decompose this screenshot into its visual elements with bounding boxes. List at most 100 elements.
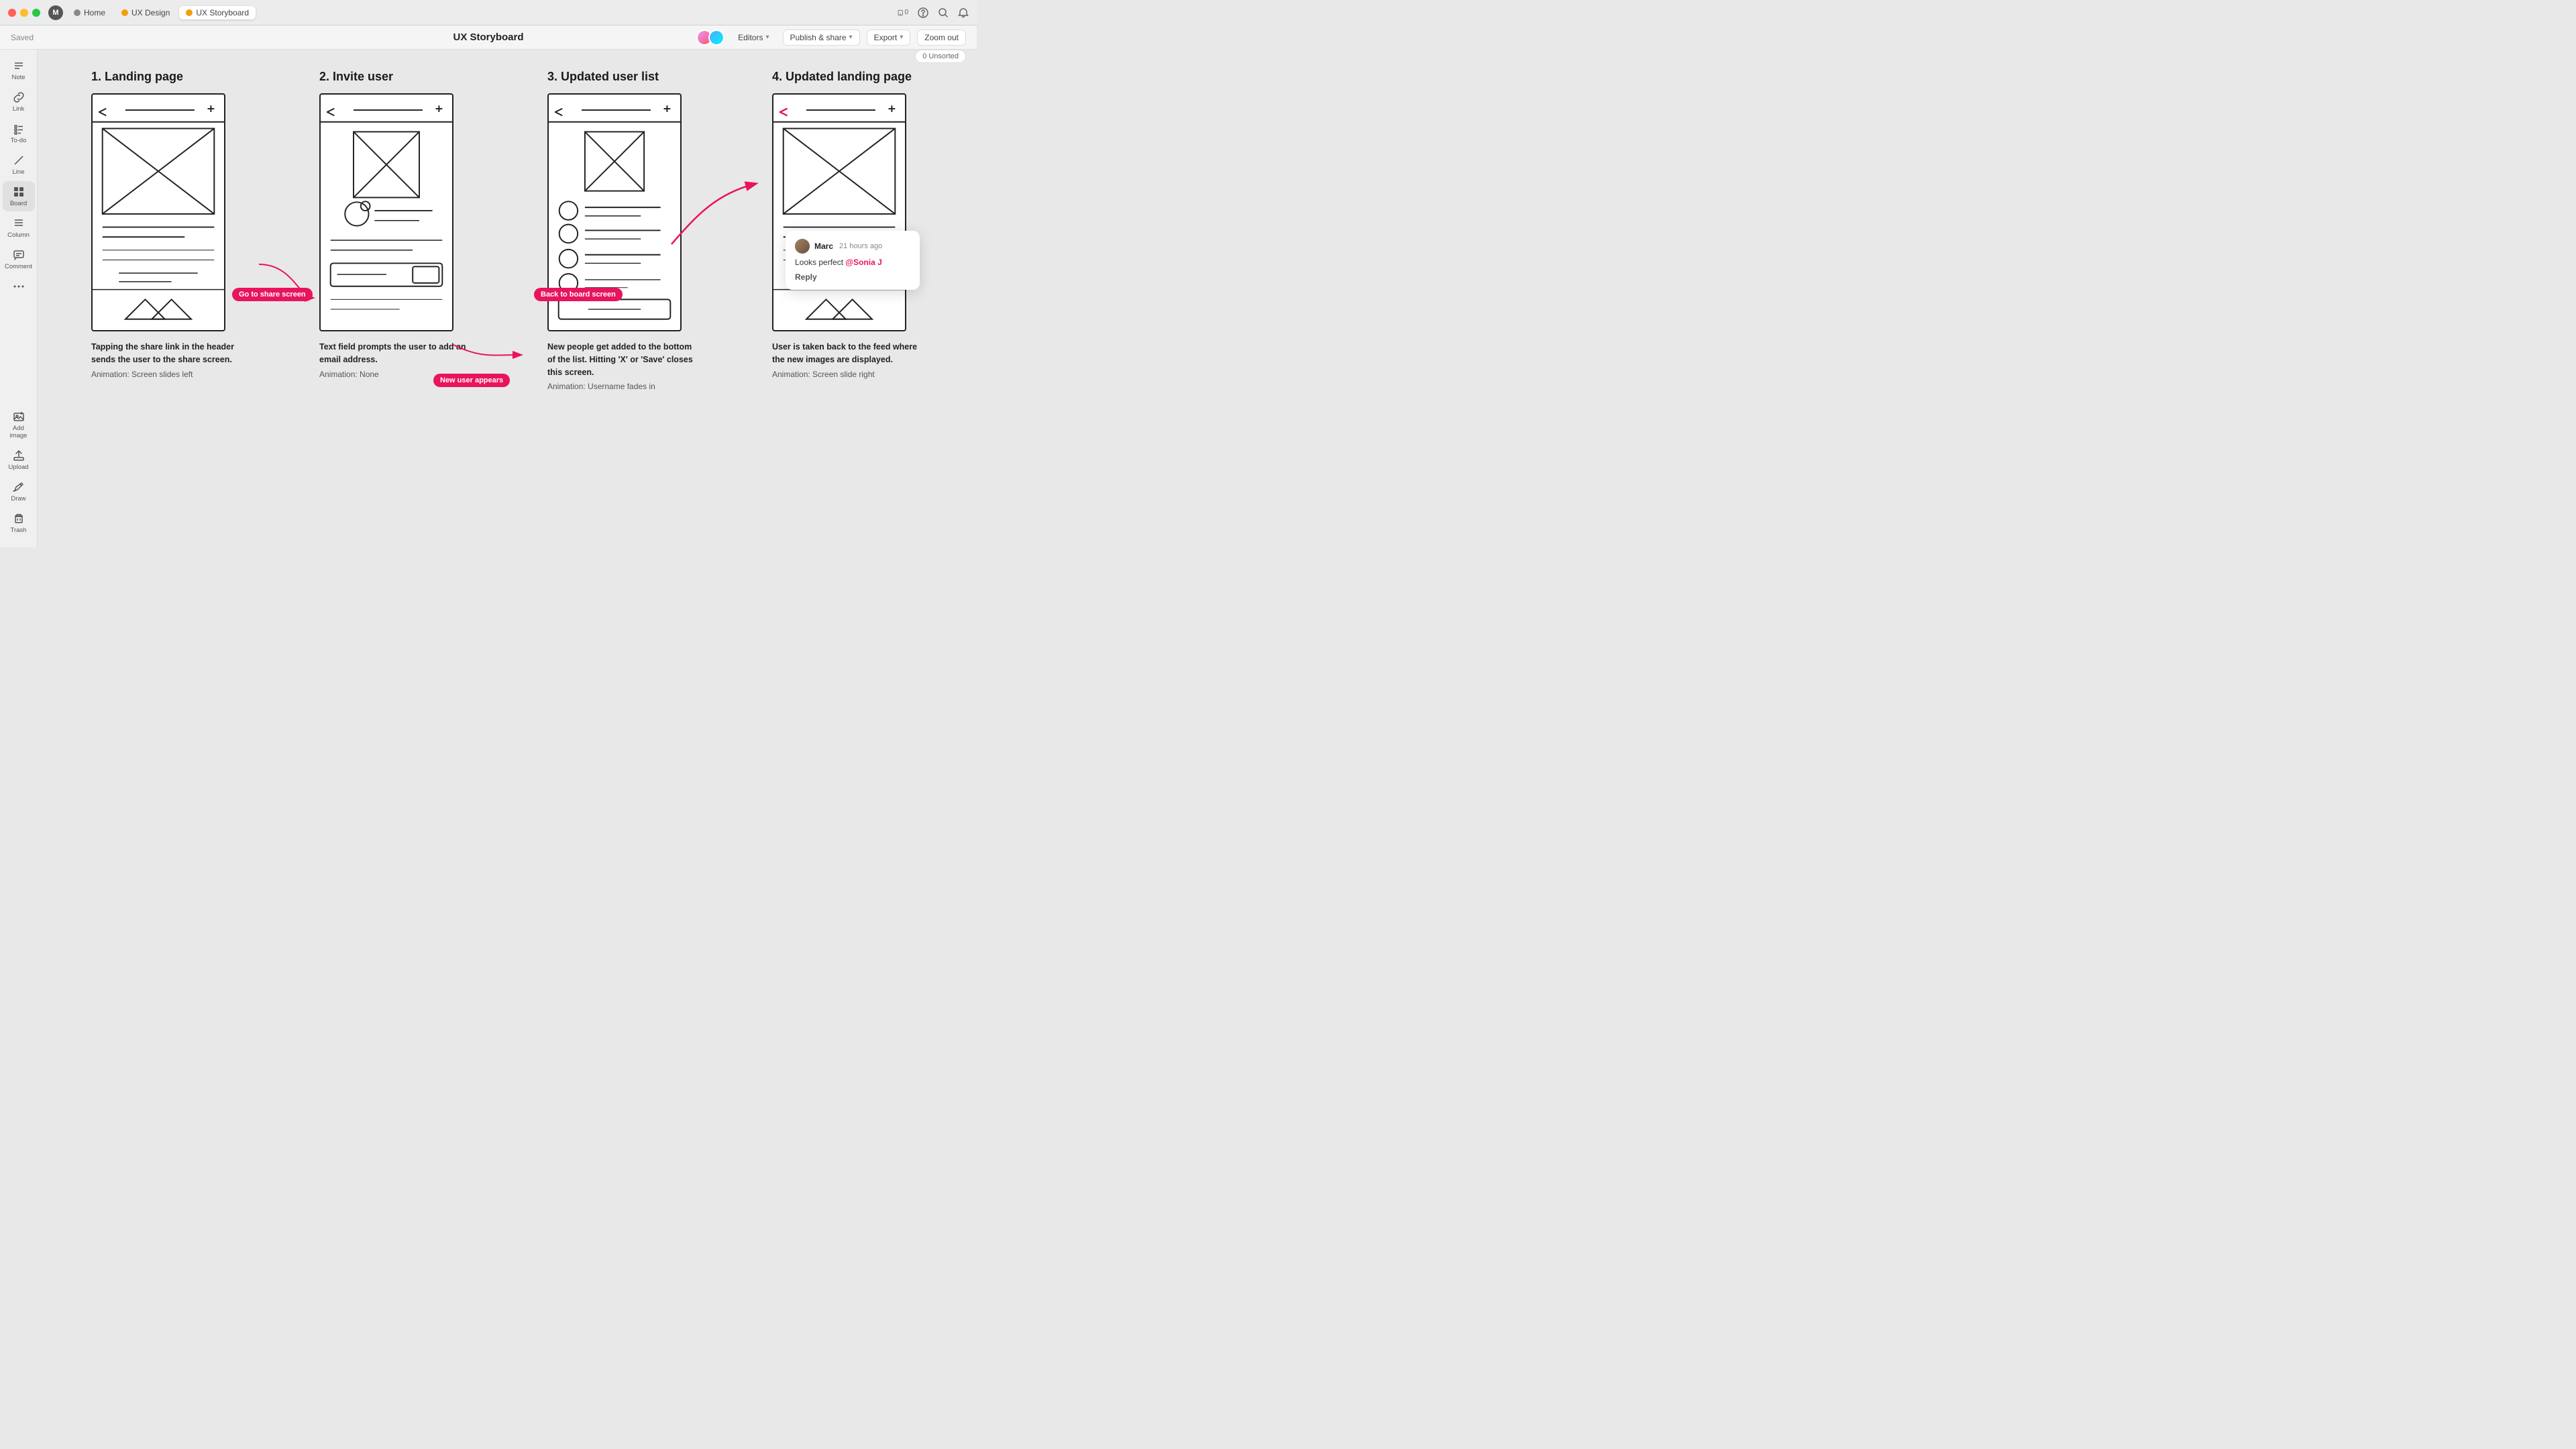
sidebar-item-link[interactable]: Link (3, 87, 35, 117)
editors-chevron-icon: ▾ (765, 34, 769, 41)
draw-icon (13, 480, 25, 494)
more-icon (13, 280, 25, 293)
canvas[interactable]: 1. Landing page (38, 50, 977, 547)
app-logo: M (48, 5, 63, 20)
frame-1-area: Go to share screen (91, 93, 239, 331)
wireframe-1 (91, 93, 225, 331)
link-icon (13, 91, 25, 104)
sidebar-item-todo[interactable]: To-do (3, 118, 35, 148)
sidebar-board-label: Board (10, 200, 27, 207)
wireframe-2 (319, 93, 453, 331)
zoom-out-button[interactable]: Zoom out (917, 30, 966, 46)
sidebar-item-upload[interactable]: Upload (3, 445, 35, 475)
tab-ux-design-label: UX Design (131, 8, 170, 17)
export-button[interactable]: Export ▾ (867, 30, 911, 46)
frame-3-animation: Animation: Username fades in (547, 382, 695, 391)
frame-1-desc-area: Tapping the share link in the header sen… (91, 341, 239, 379)
publish-chevron-icon: ▾ (849, 34, 853, 41)
saved-status: Saved (11, 33, 34, 42)
titlebar-actions: 0 (898, 7, 969, 18)
avatar-image-2 (710, 31, 723, 44)
titlebar-tabs: Home UX Design UX Storyboard (67, 6, 256, 19)
frame-4-animation: Animation: Screen slide right (772, 370, 920, 379)
close-button[interactable] (8, 9, 16, 17)
editors-button[interactable]: Editors ▾ (731, 30, 775, 45)
frame-3-area: Back to board screen (547, 93, 695, 331)
frame-4-description: User is taken back to the feed where the… (772, 341, 920, 366)
sidebar-item-draw[interactable]: Draw (3, 476, 35, 506)
question-icon[interactable] (918, 7, 928, 18)
todo-icon (13, 122, 25, 136)
sidebar-item-more[interactable] (3, 276, 35, 297)
frame-3-title: 3. Updated user list (547, 70, 695, 84)
collaborator-avatars (696, 30, 724, 46)
sidebar-item-board[interactable]: Board (3, 181, 35, 211)
export-label: Export (874, 33, 898, 42)
tab-dot-home (74, 9, 80, 16)
bell-icon[interactable] (958, 7, 969, 18)
sidebar-item-trash[interactable]: Trash (3, 508, 35, 538)
tablet-icon[interactable]: 0 (898, 7, 908, 18)
sidebar-trash-label: Trash (11, 527, 27, 534)
comment-text: Looks perfect @Sonia J (795, 258, 910, 267)
frame-3-description: New people get added to the bottom of th… (547, 341, 695, 378)
frame-1-description: Tapping the share link in the header sen… (91, 341, 239, 366)
frame-1: 1. Landing page (91, 70, 239, 379)
export-chevron-icon: ▾ (900, 34, 903, 41)
frame-1-animation: Animation: Screen slides left (91, 370, 239, 379)
frame-2-title: 2. Invite user (319, 70, 467, 84)
publish-share-button[interactable]: Publish & share ▾ (783, 30, 860, 46)
sidebar-upload-label: Upload (8, 464, 28, 471)
traffic-lights (8, 9, 40, 17)
tab-ux-storyboard[interactable]: UX Storyboard (179, 6, 256, 19)
search-icon[interactable] (938, 7, 949, 18)
sidebar-add-image-label: Add image (8, 425, 30, 439)
sidebar-line-label: Line (13, 168, 25, 176)
tab-ux-storyboard-label: UX Storyboard (196, 8, 249, 17)
comment-author: Marc (814, 241, 833, 251)
editors-label: Editors (738, 33, 763, 42)
unsorted-badge: 0 Unsorted (915, 50, 966, 63)
sidebar-comment-label: Comment (5, 263, 32, 270)
avatar-2 (708, 30, 724, 46)
frame-4-title: 4. Updated landing page (772, 70, 920, 84)
line-icon (13, 154, 25, 167)
reply-button[interactable]: Reply (795, 272, 910, 282)
menubar-right-actions: Editors ▾ Publish & share ▾ Export ▾ Zoo… (696, 30, 966, 46)
tab-home-label: Home (84, 8, 105, 17)
tab-ux-design[interactable]: UX Design (115, 6, 176, 19)
fullscreen-button[interactable] (32, 9, 40, 17)
comment-popup: Marc 21 hours ago Looks perfect @Sonia J… (786, 231, 920, 290)
tab-home[interactable]: Home (67, 6, 112, 19)
column-icon (13, 217, 25, 230)
sidebar-item-add-image[interactable]: Add image (3, 406, 35, 443)
comment-avatar (795, 239, 810, 254)
document-title: UX Storyboard (453, 32, 523, 43)
frame-2-description: Text field prompts the user to add an em… (319, 341, 467, 366)
sidebar-item-comment[interactable]: Comment (3, 244, 35, 274)
go-to-share-label: Go to share screen (232, 288, 313, 301)
publish-share-label: Publish & share (790, 33, 847, 42)
zoom-out-label: Zoom out (924, 33, 959, 42)
sidebar-item-line[interactable]: Line (3, 150, 35, 180)
note-icon (13, 59, 25, 72)
frame-3-desc-area: New people get added to the bottom of th… (547, 341, 695, 391)
sidebar-note-label: Note (11, 74, 25, 81)
frame-2-area: New user appears (319, 93, 467, 331)
sidebar-todo-label: To-do (11, 137, 27, 144)
minimize-button[interactable] (20, 9, 28, 17)
titlebar: M Home UX Design UX Storyboard 0 (0, 0, 977, 25)
comment-avatar-image (795, 239, 810, 254)
sidebar-item-column[interactable]: Column (3, 213, 35, 243)
unsorted-label: 0 Unsorted (922, 52, 959, 60)
wireframe-4 (772, 93, 906, 331)
frame-4-area: Marc 21 hours ago Looks perfect @Sonia J… (772, 93, 920, 331)
back-to-board-label: Back to board screen (534, 288, 623, 301)
frame-3: 3. Updated user list (547, 70, 695, 391)
frame-1-title: 1. Landing page (91, 70, 239, 84)
comment-time: 21 hours ago (839, 242, 882, 250)
menubar: Saved UX Storyboard Editors ▾ Publish & … (0, 25, 977, 50)
comment-icon (13, 248, 25, 262)
sidebar-item-note[interactable]: Note (3, 55, 35, 85)
board-icon (13, 185, 25, 199)
